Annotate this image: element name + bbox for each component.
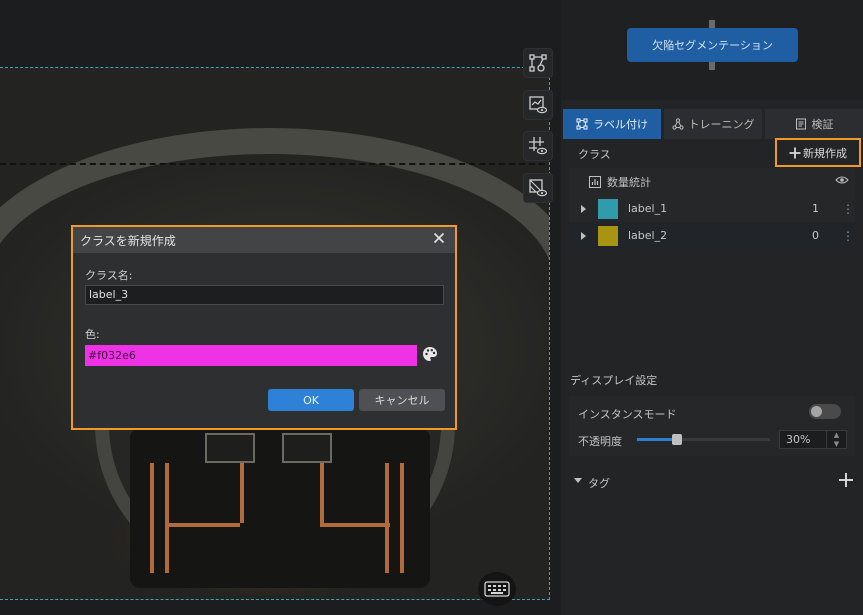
class-count: 1 — [812, 202, 819, 215]
training-icon — [671, 118, 684, 130]
class-list: 数量統計 label_1 1 ⋮ label_2 0 ⋮ — [569, 168, 855, 249]
validation-icon — [795, 118, 806, 130]
opacity-slider[interactable] — [637, 434, 770, 445]
new-class-dialog: クラスを新規作成 クラス名: label_3 色: #f032e6 OK キャン… — [71, 225, 457, 430]
image-shape — [320, 523, 390, 527]
tag-section-title: タグ — [588, 477, 610, 490]
image-eye-icon — [529, 96, 548, 114]
class-color-swatch[interactable] — [598, 198, 618, 219]
quantity-stats-row[interactable]: 数量統計 — [569, 168, 855, 195]
opacity-label: 不透明度 — [578, 435, 622, 448]
ok-button[interactable]: OK — [268, 389, 354, 411]
cancel-label: キャンセル — [374, 394, 430, 407]
flow-connector — [709, 20, 715, 28]
class-name-label: クラス名: — [85, 269, 133, 282]
flow-connector — [709, 62, 715, 70]
opacity-slider-fill — [637, 438, 677, 441]
tab-training[interactable]: トレーニング — [664, 109, 762, 139]
keyboard-icon — [484, 581, 510, 597]
workflow-node-label: 欠陥セグメンテーション — [652, 39, 773, 52]
palette-icon[interactable] — [422, 346, 438, 362]
stepper-up-icon[interactable]: ▲ — [827, 431, 846, 440]
class-row[interactable]: label_2 0 ⋮ — [569, 222, 855, 249]
label-tool-icon — [576, 118, 588, 130]
eye-icon[interactable] — [835, 175, 849, 185]
instance-mode-label: インスタンスモード — [578, 408, 677, 421]
close-icon[interactable] — [433, 232, 445, 244]
quantity-stats-label: 数量統計 — [607, 175, 651, 189]
display-settings-title: ディスプレイ設定 — [570, 374, 658, 387]
image-shape — [320, 463, 324, 523]
tab-labeling[interactable]: ラベル付け — [563, 109, 661, 139]
image-shape — [282, 433, 332, 463]
color-value-field[interactable]: #f032e6 — [85, 345, 417, 366]
mask-view-tool-button[interactable] — [523, 173, 553, 203]
class-color-swatch[interactable] — [598, 225, 618, 246]
right-panel: 欠陥セグメンテーション ラベル付け トレーニング 検証 クラス 数量統計 lab… — [561, 0, 863, 615]
new-class-label: 新規作成 — [803, 146, 847, 160]
polygon-tool-button[interactable] — [523, 48, 553, 78]
workflow-area: 欠陥セグメンテーション — [561, 0, 863, 100]
tab-label: トレーニング — [688, 118, 755, 131]
plus-icon — [789, 147, 801, 158]
display-settings-box: インスタンスモード 不透明度 30% ▲ ▼ — [569, 396, 855, 456]
image-view-tool-button[interactable] — [523, 90, 553, 120]
collapse-caret-icon[interactable] — [574, 478, 582, 483]
instance-mode-toggle[interactable] — [809, 404, 841, 419]
expand-caret-icon[interactable] — [581, 204, 586, 213]
image-shape — [240, 463, 244, 523]
more-options-icon[interactable]: ⋮ — [841, 229, 855, 243]
class-row[interactable]: label_1 1 ⋮ — [569, 195, 855, 222]
mask-eye-icon — [529, 179, 548, 197]
grid-eye-icon — [529, 137, 548, 155]
class-name-input[interactable]: label_3 — [85, 285, 444, 305]
image-shape — [165, 463, 169, 573]
opacity-input[interactable]: 30% — [779, 430, 827, 449]
tab-label: ラベル付け — [593, 118, 648, 131]
dialog-header: クラスを新規作成 — [73, 227, 455, 253]
expand-caret-icon[interactable] — [581, 231, 586, 240]
stepper-down-icon[interactable]: ▼ — [827, 440, 846, 449]
new-class-button[interactable]: 新規作成 — [775, 138, 861, 167]
more-options-icon[interactable]: ⋮ — [841, 202, 855, 216]
class-count: 0 — [812, 229, 819, 242]
module-tabs: ラベル付け トレーニング 検証 — [563, 109, 863, 139]
image-shape — [150, 463, 154, 573]
keyboard-shortcuts-button[interactable] — [478, 572, 516, 606]
tag-section: タグ — [574, 472, 856, 490]
class-name: label_1 — [628, 202, 668, 215]
image-shape — [400, 463, 404, 573]
grid-view-tool-button[interactable] — [523, 131, 553, 161]
dialog-title: クラスを新規作成 — [80, 233, 176, 248]
cancel-button[interactable]: キャンセル — [359, 389, 445, 411]
tab-label: 検証 — [811, 118, 834, 131]
workflow-node-defect-segmentation[interactable]: 欠陥セグメンテーション — [627, 28, 798, 62]
bar-chart-icon — [589, 175, 601, 188]
class-section-title: クラス — [578, 148, 611, 161]
add-tag-button[interactable] — [838, 472, 854, 488]
opacity-slider-thumb[interactable] — [671, 434, 682, 445]
image-shape — [0, 163, 545, 165]
polygon-icon — [529, 54, 547, 72]
tab-validation[interactable]: 検証 — [765, 109, 863, 139]
class-name: label_2 — [628, 229, 668, 242]
image-shape — [385, 463, 389, 573]
opacity-stepper[interactable]: ▲ ▼ — [827, 430, 847, 449]
image-shape — [165, 523, 240, 527]
ok-label: OK — [303, 393, 319, 407]
image-shape — [205, 433, 255, 463]
toggle-knob — [811, 406, 822, 417]
color-label: 色: — [85, 328, 100, 341]
